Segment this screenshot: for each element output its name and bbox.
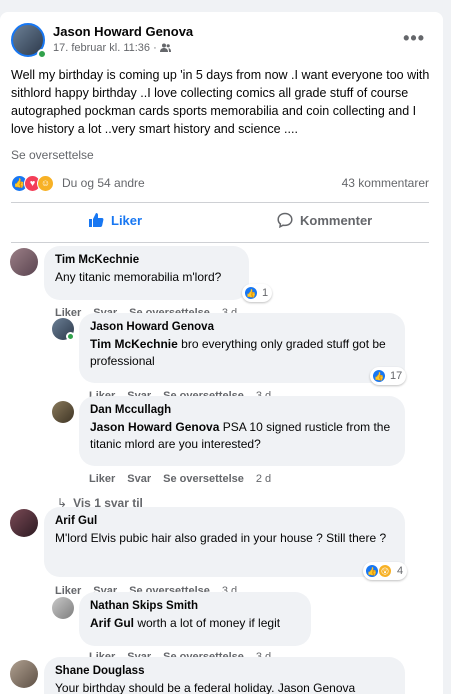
thumbs-up-icon xyxy=(89,213,104,227)
divider xyxy=(11,202,429,203)
friends-icon xyxy=(159,43,171,52)
comment-like-link[interactable]: Liker xyxy=(55,307,81,319)
comment-text: Your birthday should be a federal holida… xyxy=(55,681,356,694)
like-reaction-icon: 👍 xyxy=(244,286,258,300)
reactions-count: Du og 54 andre xyxy=(62,176,145,190)
comments-count-link[interactable]: 43 kommentarer xyxy=(342,176,429,190)
comment-actions: Liker Svar Se oversettelse 2 d xyxy=(89,473,271,485)
comment-bubble: Tim McKechnie Any titanic memorabilia m'… xyxy=(44,246,249,300)
like-reaction-icon: 👍 xyxy=(372,369,386,383)
comment-like-link[interactable]: Liker xyxy=(55,585,81,597)
commenter-avatar[interactable] xyxy=(10,509,38,537)
commenter-name[interactable]: Tim McKechnie xyxy=(55,252,238,269)
like-button[interactable]: Liker xyxy=(88,212,142,228)
divider xyxy=(11,242,429,243)
commenter-name[interactable]: Dan Mccullagh xyxy=(90,402,394,419)
post-date[interactable]: 17. februar kl. 11:36 · xyxy=(53,42,157,54)
commenter-avatar[interactable] xyxy=(10,660,38,688)
wow-reaction-icon: 😮 xyxy=(378,564,392,578)
comment-time[interactable]: 2 d xyxy=(256,473,271,485)
more-options-icon[interactable]: ••• xyxy=(403,28,425,49)
comment-like-link[interactable]: Liker xyxy=(89,473,115,485)
comment-label: Kommenter xyxy=(300,212,373,228)
see-translation-link[interactable]: Se oversettelse xyxy=(11,148,94,162)
post-text: Well my birthday is coming up 'in 5 days… xyxy=(11,68,430,136)
comment-translate-link[interactable]: Se oversettelse xyxy=(163,473,244,485)
reaction-count: 17 xyxy=(390,370,403,382)
commenter-name[interactable]: Jason Howard Genova xyxy=(90,319,394,336)
comment-bubble: Jason Howard Genova Tim McKechnie bro ev… xyxy=(79,313,405,383)
care-reaction-icon: ☺ xyxy=(37,174,54,192)
reactions-summary[interactable]: 👍 ♥ ☺ Du og 54 andre xyxy=(11,174,145,192)
comment-reactions[interactable]: 👍 17 xyxy=(370,367,407,385)
comment-bubble: Arif Gul M'lord Elvis pubic hair also gr… xyxy=(44,507,405,577)
comment-bubble: Dan Mccullagh Jason Howard Genova PSA 10… xyxy=(79,396,405,466)
comment-text: worth a lot of money if legit xyxy=(134,616,281,630)
commenter-avatar[interactable] xyxy=(52,401,74,423)
tagged-user[interactable]: Arif Gul xyxy=(90,616,134,630)
online-indicator xyxy=(66,332,75,341)
reaction-count: 4 xyxy=(397,565,404,577)
like-label: Liker xyxy=(111,212,143,228)
commenter-name[interactable]: Arif Gul xyxy=(55,513,394,530)
comment-icon xyxy=(277,212,293,228)
online-indicator xyxy=(37,49,47,59)
author-name[interactable]: Jason Howard Genova xyxy=(53,24,193,39)
comment-text: M'lord Elvis pubic hair also graded in y… xyxy=(55,531,387,545)
comment-bubble: Nathan Skips Smith Arif Gul worth a lot … xyxy=(79,592,311,646)
reaction-count: 1 xyxy=(262,287,269,299)
comment-reply-link[interactable]: Svar xyxy=(127,473,151,485)
commenter-name[interactable]: Nathan Skips Smith xyxy=(90,598,300,615)
post-meta: 17. februar kl. 11:36 · xyxy=(53,42,171,54)
comment-reactions[interactable]: 👍 1 xyxy=(242,284,273,302)
comment-bubble: Shane Douglass Your birthday should be a… xyxy=(44,657,405,694)
commenter-name[interactable]: Shane Douglass xyxy=(55,663,394,680)
comment-button[interactable]: Kommenter xyxy=(277,212,372,228)
tagged-user[interactable]: Jason Howard Genova xyxy=(90,420,219,434)
like-reaction-icon: 👍 xyxy=(365,564,379,578)
tagged-user[interactable]: Tim McKechnie xyxy=(90,337,178,351)
post-card: Jason Howard Genova 17. februar kl. 11:3… xyxy=(0,12,443,694)
commenter-avatar[interactable] xyxy=(10,248,38,276)
comment-reactions[interactable]: 👍 😮 4 xyxy=(363,562,408,580)
comment-text: Any titanic memorabilia m'lord? xyxy=(55,270,222,284)
commenter-avatar[interactable] xyxy=(52,597,74,619)
